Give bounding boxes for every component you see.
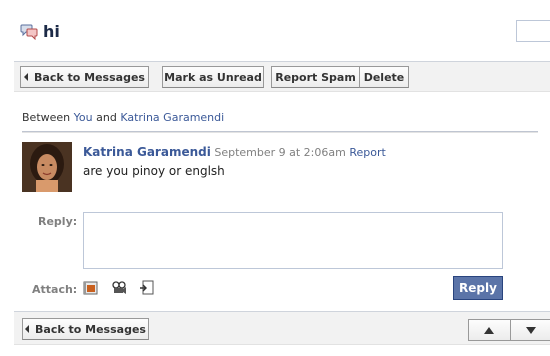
message-header: Katrina Garamendi September 9 at 2:06am … [83,145,386,159]
you-link[interactable]: You [74,111,93,124]
page-title: hi [43,21,60,41]
down-arrow-icon [525,326,536,334]
attach-label: Attach: [32,283,78,296]
mark-as-unread-button[interactable]: Mark as Unread [162,66,264,88]
back-to-messages-button-bottom[interactable]: Back to Messages [22,318,149,340]
reply-label: Reply: [38,215,78,228]
participant-link[interactable]: Katrina Garamendi [120,111,224,124]
report-spam-button[interactable]: Report Spam [271,66,360,88]
video-icon[interactable] [111,280,127,296]
search-input[interactable] [516,20,550,42]
avatar[interactable] [22,142,72,192]
reply-button[interactable]: Reply [453,276,503,300]
delete-button[interactable]: Delete [359,66,409,88]
link-icon[interactable] [139,280,155,296]
next-message-button[interactable] [509,320,550,340]
message-body: are you pinoy or englsh [83,164,225,178]
reply-textarea[interactable] [83,212,503,269]
message-nav-group [468,319,550,341]
back-to-messages-button[interactable]: Back to Messages [20,66,149,88]
photo-icon[interactable] [83,280,99,296]
speech-bubbles-icon [20,22,38,41]
up-arrow-icon [484,326,495,334]
message-author-link[interactable]: Katrina Garamendi [83,145,211,159]
message-timestamp: September 9 at 2:06am [214,146,346,159]
participants-line: Between You and Katrina Garamendi [22,111,225,124]
bottom-toolbar: Back to Messages [14,311,550,345]
left-arrow-icon [24,73,29,81]
previous-message-button[interactable] [469,320,510,340]
thread-title-row: hi [20,20,60,42]
left-arrow-icon [25,325,30,333]
divider [22,131,538,133]
report-link[interactable]: Report [349,146,385,159]
message-toolbar: Back to Messages Mark as Unread Report S… [14,61,550,92]
